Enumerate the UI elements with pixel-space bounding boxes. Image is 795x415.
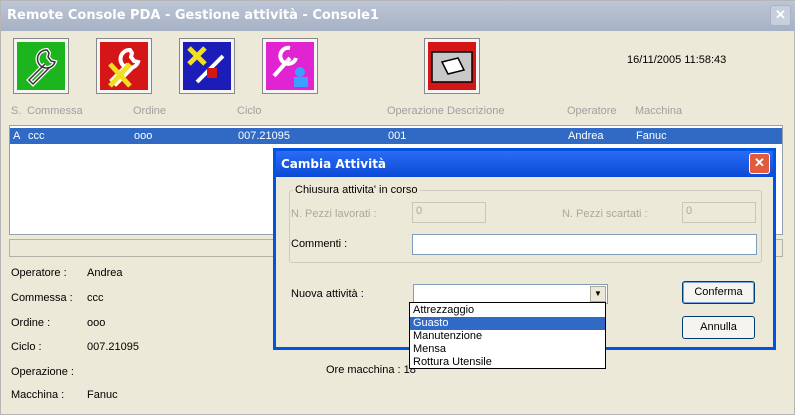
tools-people-icon (272, 45, 308, 87)
datetime-display: 16/11/2005 11:58:43 (627, 54, 727, 66)
title-bar: Remote Console PDA - Gestione attività -… (1, 1, 795, 31)
pezzi-scartati-field: 0 (682, 202, 756, 223)
operazione-label: Operazione : (11, 366, 74, 378)
cell-operatore: Andrea (568, 130, 604, 142)
cell-ciclo: 007.21095 (238, 130, 290, 142)
option-attrezzaggio[interactable]: Attrezzaggio (410, 304, 605, 317)
commenti-label: Commenti : (291, 238, 348, 250)
col-s[interactable]: S. (11, 105, 21, 117)
commessa-value: ccc (87, 292, 104, 304)
chevron-down-icon[interactable]: ▼ (590, 286, 606, 302)
group-title: Chiusura attivita' in corso (293, 184, 420, 196)
conferma-button[interactable]: Conferma (682, 281, 755, 304)
macchina-value: Fanuc (87, 389, 118, 401)
pezzi-scartati-label: N. Pezzi scartati : (562, 208, 648, 220)
grid-header: S. Commessa Ordine Ciclo Operazione Desc… (9, 102, 783, 122)
col-ordine[interactable]: Ordine (133, 105, 166, 117)
col-operatore[interactable]: Operatore (567, 105, 617, 117)
ciclo-label: Ciclo : (11, 341, 42, 353)
pezzi-lavorati-label: N. Pezzi lavorati : (291, 208, 377, 220)
table-row[interactable]: A ccc ooo 007.21095 001 Andrea Fanuc (10, 128, 782, 144)
option-mensa[interactable]: Mensa (410, 343, 605, 356)
dialog-title-bar: Cambia Attività ✕ (276, 151, 773, 177)
stop-activity-button[interactable] (96, 38, 152, 94)
cell-s: A (13, 130, 21, 142)
ciclo-value: 007.21095 (87, 341, 139, 353)
nuova-attivita-label: Nuova attività : (291, 288, 364, 300)
col-operazione[interactable]: Operazione (387, 105, 444, 117)
commenti-input[interactable] (412, 234, 757, 255)
cell-commessa: ccc (28, 130, 45, 142)
option-guasto[interactable]: Guasto (410, 317, 605, 330)
ore-macchina-label: Ore macchina : 18 (326, 364, 416, 376)
option-rottura-utensile[interactable]: Rottura Utensile (410, 356, 605, 369)
machine-screen-button[interactable] (424, 38, 480, 94)
tools-people-button[interactable] (262, 38, 318, 94)
cell-macchina: Fanuc (636, 130, 667, 142)
nuova-attivita-dropdown[interactable]: Attrezzaggio Guasto Manutenzione Mensa R… (409, 302, 606, 369)
option-manutenzione[interactable]: Manutenzione (410, 330, 605, 343)
cell-ordine: ooo (134, 130, 153, 142)
window-close-button[interactable]: ✕ (770, 5, 791, 26)
operatore-value: Andrea (87, 267, 123, 279)
col-ciclo[interactable]: Ciclo (237, 105, 261, 117)
tools-cross-icon (187, 46, 225, 84)
ordine-value: ooo (87, 317, 106, 329)
pezzi-lavorati-field: 0 (412, 202, 486, 223)
col-descrizione[interactable]: Descrizione (447, 105, 504, 117)
cell-operazione: 001 (388, 130, 407, 142)
ordine-label: Ordine : (11, 317, 51, 329)
operatore-label: Operatore : (11, 267, 67, 279)
wrench-stop-icon (108, 48, 141, 88)
machine-screen-icon (431, 51, 473, 83)
dialog-close-button[interactable]: ✕ (749, 153, 770, 174)
wrench-start-icon (26, 48, 58, 87)
tools-cross-button[interactable] (179, 38, 235, 94)
col-macchina[interactable]: Macchina (635, 105, 682, 117)
start-activity-button[interactable] (13, 38, 69, 94)
col-commessa[interactable]: Commessa (27, 105, 83, 117)
annulla-button[interactable]: Annulla (682, 316, 755, 339)
window-title: Remote Console PDA - Gestione attività -… (7, 8, 380, 23)
dialog-title: Cambia Attività (281, 157, 387, 171)
nuova-attivita-select[interactable]: ▼ (413, 284, 608, 304)
macchina-label: Macchina : (11, 389, 65, 401)
commessa-label: Commessa : (11, 292, 73, 304)
